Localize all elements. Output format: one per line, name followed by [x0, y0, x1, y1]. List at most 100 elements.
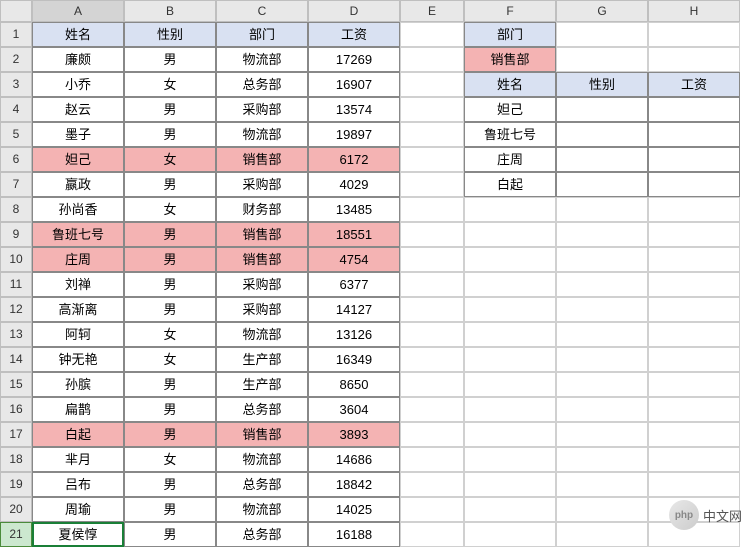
cell[interactable]: 姓名	[464, 72, 556, 97]
col-header-B[interactable]: B	[124, 0, 216, 22]
cell[interactable]	[648, 22, 740, 47]
cell[interactable]	[400, 372, 464, 397]
cell[interactable]: 17269	[308, 47, 400, 72]
cell[interactable]: 3893	[308, 422, 400, 447]
cell[interactable]	[400, 172, 464, 197]
col-header-A[interactable]: A	[32, 0, 124, 22]
cell[interactable]	[556, 347, 648, 372]
cell[interactable]: 妲己	[464, 97, 556, 122]
cell[interactable]	[464, 522, 556, 547]
cell[interactable]: 男	[124, 497, 216, 522]
row-header[interactable]: 14	[0, 347, 32, 372]
cell[interactable]: 阿轲	[32, 322, 124, 347]
cell[interactable]: 财务部	[216, 197, 308, 222]
row-header[interactable]: 13	[0, 322, 32, 347]
cell[interactable]: 女	[124, 147, 216, 172]
cell[interactable]	[400, 147, 464, 172]
cell[interactable]	[556, 222, 648, 247]
cell[interactable]	[464, 222, 556, 247]
cell[interactable]: 13126	[308, 322, 400, 347]
cell[interactable]: 总务部	[216, 472, 308, 497]
col-header-H[interactable]: H	[648, 0, 740, 22]
cell[interactable]: 总务部	[216, 522, 308, 547]
row-header[interactable]: 10	[0, 247, 32, 272]
cell[interactable]	[464, 272, 556, 297]
cell[interactable]	[464, 422, 556, 447]
cell[interactable]	[556, 322, 648, 347]
cell[interactable]: 采购部	[216, 172, 308, 197]
cell[interactable]: 6172	[308, 147, 400, 172]
cell[interactable]: 物流部	[216, 497, 308, 522]
col-header-G[interactable]: G	[556, 0, 648, 22]
cell[interactable]: 男	[124, 372, 216, 397]
cell[interactable]	[648, 322, 740, 347]
row-header[interactable]: 16	[0, 397, 32, 422]
cell[interactable]	[648, 97, 740, 122]
cell[interactable]	[400, 222, 464, 247]
cell[interactable]	[556, 497, 648, 522]
cell[interactable]: 18551	[308, 222, 400, 247]
cell[interactable]: 工资	[648, 72, 740, 97]
cell[interactable]: 物流部	[216, 47, 308, 72]
cell[interactable]	[400, 247, 464, 272]
row-header[interactable]: 5	[0, 122, 32, 147]
cell[interactable]	[556, 522, 648, 547]
cell[interactable]: 13485	[308, 197, 400, 222]
cell[interactable]: 采购部	[216, 297, 308, 322]
cell[interactable]: 白起	[32, 422, 124, 447]
cell[interactable]	[648, 447, 740, 472]
cell[interactable]	[464, 297, 556, 322]
cell[interactable]: 鲁班七号	[464, 122, 556, 147]
col-header-F[interactable]: F	[464, 0, 556, 22]
spreadsheet-grid[interactable]: A B C D E F G H 1 姓名 性别 部门 工资 部门 2 廉颇 男 …	[0, 0, 750, 547]
cell[interactable]	[464, 397, 556, 422]
row-header[interactable]: 19	[0, 472, 32, 497]
cell[interactable]	[556, 197, 648, 222]
cell[interactable]	[648, 297, 740, 322]
cell[interactable]	[464, 447, 556, 472]
cell[interactable]: 女	[124, 197, 216, 222]
cell[interactable]	[648, 147, 740, 172]
cell[interactable]	[556, 147, 648, 172]
cell-selected[interactable]: 夏侯惇	[32, 522, 124, 547]
row-header[interactable]: 1	[0, 22, 32, 47]
cell[interactable]: 高渐离	[32, 297, 124, 322]
row-header[interactable]: 11	[0, 272, 32, 297]
col-header-C[interactable]: C	[216, 0, 308, 22]
cell[interactable]: 女	[124, 347, 216, 372]
row-header[interactable]: 17	[0, 422, 32, 447]
cell[interactable]: 吕布	[32, 472, 124, 497]
cell[interactable]	[400, 522, 464, 547]
cell[interactable]: 男	[124, 422, 216, 447]
cell[interactable]: 销售部	[216, 422, 308, 447]
cell[interactable]	[648, 172, 740, 197]
cell[interactable]: 销售部	[464, 47, 556, 72]
cell[interactable]	[464, 247, 556, 272]
cell[interactable]	[464, 197, 556, 222]
cell[interactable]: 男	[124, 272, 216, 297]
cell[interactable]: 男	[124, 247, 216, 272]
cell[interactable]: 周瑜	[32, 497, 124, 522]
cell[interactable]: 男	[124, 172, 216, 197]
cell[interactable]	[400, 272, 464, 297]
cell[interactable]	[400, 472, 464, 497]
cell[interactable]: 姓名	[32, 22, 124, 47]
cell[interactable]: 16349	[308, 347, 400, 372]
row-header[interactable]: 4	[0, 97, 32, 122]
cell[interactable]: 赵云	[32, 97, 124, 122]
cell[interactable]: 19897	[308, 122, 400, 147]
row-header[interactable]: 18	[0, 447, 32, 472]
cell[interactable]	[400, 47, 464, 72]
cell[interactable]: 男	[124, 397, 216, 422]
cell[interactable]: 性别	[556, 72, 648, 97]
cell[interactable]: 墨子	[32, 122, 124, 147]
row-header[interactable]: 6	[0, 147, 32, 172]
cell[interactable]	[556, 247, 648, 272]
row-header[interactable]: 2	[0, 47, 32, 72]
cell[interactable]: 物流部	[216, 447, 308, 472]
cell[interactable]: 男	[124, 472, 216, 497]
cell[interactable]: 16188	[308, 522, 400, 547]
cell[interactable]	[556, 172, 648, 197]
cell[interactable]: 小乔	[32, 72, 124, 97]
cell[interactable]	[400, 297, 464, 322]
